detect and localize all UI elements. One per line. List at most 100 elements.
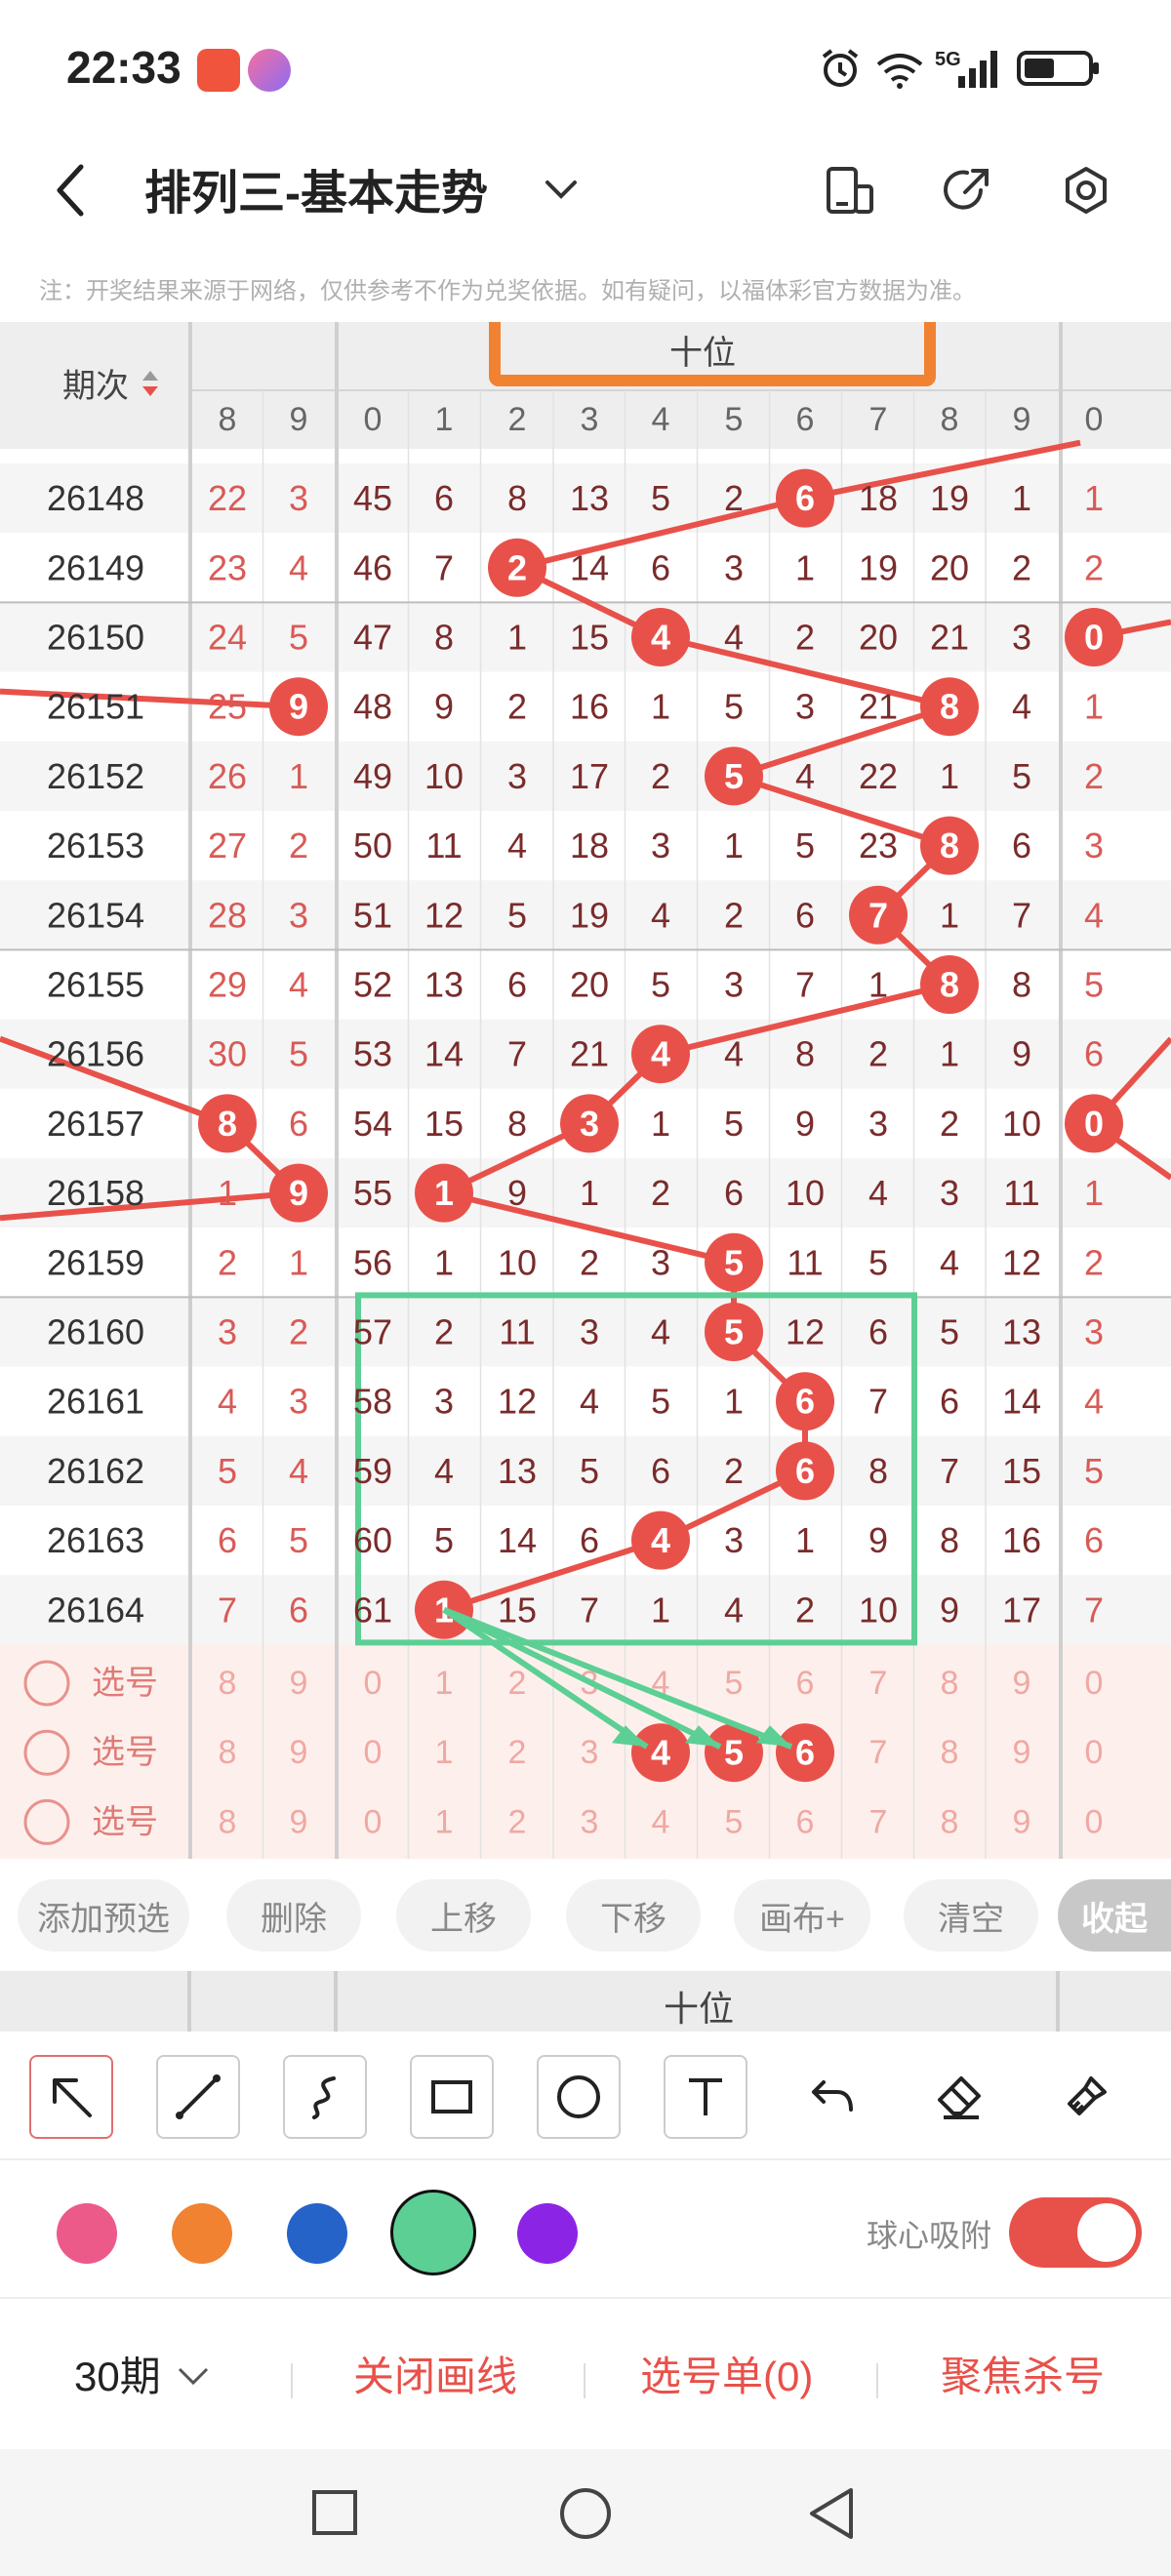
focus-kill-button[interactable]: 聚焦杀号 bbox=[941, 2344, 1105, 2403]
cell-value: 5 bbox=[289, 1034, 308, 1074]
circle-tool[interactable] bbox=[537, 2055, 621, 2139]
period-cell: 26154 bbox=[47, 895, 144, 935]
settings-button[interactable] bbox=[1052, 156, 1120, 224]
cell-value: 53 bbox=[353, 1034, 392, 1074]
cell-value: 3 bbox=[289, 895, 308, 935]
cell-value: 6 bbox=[724, 1173, 744, 1213]
period-cell: 26161 bbox=[47, 1382, 144, 1422]
share-button[interactable] bbox=[933, 156, 1001, 224]
cell-value: 49 bbox=[353, 756, 392, 796]
cell-value: 6 bbox=[507, 965, 527, 1005]
trend-table: 期次 十位 8 9 0 1 2 3 4 5 6 7 8 9 0 26148 22 3 45 6 8 13 5 2 6 18 19 1 1… bbox=[0, 322, 1171, 1859]
select-cell-value: 9 bbox=[1013, 1665, 1031, 1702]
cell-value: 2 bbox=[724, 478, 744, 518]
selection-list-button[interactable]: 选号单(0) bbox=[640, 2344, 813, 2403]
snap-toggle[interactable] bbox=[1009, 2197, 1142, 2268]
select-row-label: 选号 bbox=[92, 1665, 158, 1702]
cell-value: 6 bbox=[651, 1451, 670, 1491]
cell-value: 5 bbox=[940, 1312, 959, 1352]
status-bar: 22:33 5G bbox=[0, 0, 1171, 137]
move-down-button[interactable]: 下移 bbox=[566, 1879, 701, 1952]
select-cell-value: 0 bbox=[1085, 1803, 1104, 1840]
hit-ball-number: 5 bbox=[724, 1312, 744, 1352]
cell-value: 10 bbox=[1002, 1104, 1041, 1144]
color-swatch-orange[interactable] bbox=[172, 2203, 232, 2264]
screen-rotate-button[interactable] bbox=[816, 156, 884, 224]
clear-button[interactable]: 清空 bbox=[904, 1879, 1038, 1952]
freehand-tool[interactable] bbox=[283, 2055, 367, 2139]
hit-ball-number: 8 bbox=[218, 1104, 237, 1144]
column-divider bbox=[335, 322, 339, 1859]
cell-value: 11 bbox=[787, 1242, 823, 1282]
period-cell: 26163 bbox=[47, 1520, 144, 1560]
eraser-tool[interactable] bbox=[917, 2055, 1001, 2139]
select-cell-value: 5 bbox=[725, 1665, 744, 1702]
add-preselect-button[interactable]: 添加预选 bbox=[18, 1879, 189, 1952]
cell-value: 3 bbox=[218, 1312, 237, 1352]
cell-value: 4 bbox=[289, 547, 308, 587]
cell-value: 15 bbox=[498, 1590, 537, 1630]
select-cell-value: 9 bbox=[1013, 1734, 1031, 1771]
canvas-plus-button[interactable]: 画布+ bbox=[734, 1879, 870, 1952]
digit-column-header: 3 bbox=[581, 401, 599, 438]
wifi-icon bbox=[876, 54, 923, 89]
title-dropdown-button[interactable] bbox=[527, 156, 595, 224]
period-cell: 26152 bbox=[47, 756, 144, 796]
cell-value: 3 bbox=[289, 1382, 308, 1422]
select-cell-value: 8 bbox=[941, 1734, 959, 1771]
close-drawing-button[interactable]: 关闭画线 bbox=[353, 2344, 517, 2403]
period-cell: 26155 bbox=[47, 965, 144, 1005]
home-icon[interactable] bbox=[558, 2486, 613, 2541]
cell-value: 4 bbox=[434, 1451, 454, 1491]
color-swatch-pink[interactable] bbox=[57, 2203, 117, 2264]
cell-value: 5 bbox=[795, 825, 815, 865]
cell-value: 12 bbox=[498, 1382, 537, 1422]
delete-button[interactable]: 删除 bbox=[226, 1879, 361, 1952]
cell-value: 3 bbox=[289, 478, 308, 518]
color-swatch-blue[interactable] bbox=[287, 2203, 347, 2264]
undo-button[interactable] bbox=[790, 2055, 874, 2139]
cell-value: 11 bbox=[499, 1312, 535, 1352]
rectangle-tool[interactable] bbox=[410, 2055, 494, 2139]
recent-apps-icon[interactable] bbox=[310, 2488, 359, 2537]
color-swatch-purple[interactable] bbox=[517, 2203, 578, 2264]
clear-brush-tool[interactable] bbox=[1044, 2055, 1128, 2139]
hit-ball-number: 8 bbox=[940, 965, 959, 1005]
hit-ball-number: 6 bbox=[795, 1382, 815, 1422]
page-title: 排列三-基本走势 bbox=[144, 168, 488, 220]
collapse-label: 收起 bbox=[1081, 1900, 1148, 1938]
share-icon bbox=[944, 169, 989, 210]
cell-value: 20 bbox=[570, 965, 609, 1005]
period-column-header: 期次 bbox=[62, 368, 129, 405]
cell-value: 21 bbox=[930, 618, 969, 658]
color-swatch-green[interactable] bbox=[390, 2190, 476, 2275]
app-header: 排列三-基本走势 bbox=[0, 137, 1171, 244]
select-cell-value: 2 bbox=[508, 1734, 527, 1771]
select-cell-value: 2 bbox=[508, 1803, 527, 1840]
hit-ball-number: 9 bbox=[289, 1173, 308, 1213]
collapse-button[interactable]: 收起 bbox=[1058, 1879, 1171, 1952]
cell-value: 1 bbox=[724, 825, 744, 865]
cell-value: 4 bbox=[1012, 687, 1031, 727]
period-selector[interactable]: 30期 bbox=[74, 2344, 161, 2403]
move-up-button[interactable]: 上移 bbox=[396, 1879, 531, 1952]
back-button[interactable] bbox=[37, 156, 105, 224]
cell-value: 5 bbox=[434, 1520, 454, 1560]
select-cell-value: 6 bbox=[796, 1665, 815, 1702]
bottom-divider bbox=[584, 2363, 586, 2398]
line-tool[interactable] bbox=[156, 2055, 240, 2139]
cell-value: 18 bbox=[570, 825, 609, 865]
canvas-plus-label: 画布+ bbox=[759, 1900, 845, 1938]
cell-value: 5 bbox=[580, 1451, 599, 1491]
cell-value: 3 bbox=[434, 1382, 454, 1422]
text-tool[interactable] bbox=[664, 2055, 747, 2139]
undo-icon bbox=[812, 2080, 853, 2112]
back-nav-icon[interactable] bbox=[806, 2486, 857, 2541]
cell-value: 55 bbox=[353, 1173, 392, 1213]
cell-value: 19 bbox=[570, 895, 609, 935]
cell-value: 5 bbox=[724, 687, 744, 727]
brush-icon bbox=[1068, 2076, 1107, 2115]
cell-value: 58 bbox=[353, 1382, 392, 1422]
move-down-label: 下移 bbox=[600, 1900, 666, 1938]
pointer-tool[interactable] bbox=[29, 2055, 113, 2139]
